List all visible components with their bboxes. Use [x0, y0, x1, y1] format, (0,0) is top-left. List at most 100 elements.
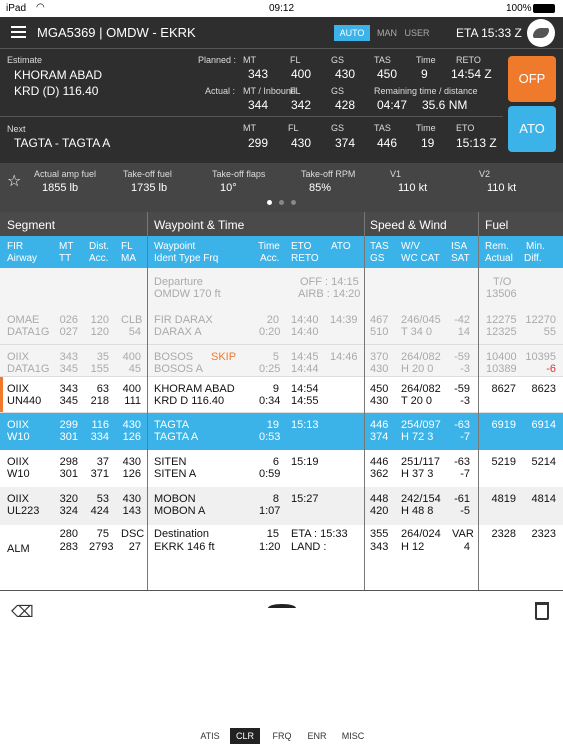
bottom-area: ⌫	[0, 590, 563, 750]
takeoff-label: Take-off RPM	[301, 169, 356, 179]
cell-e: TAGTA A	[154, 431, 199, 443]
col-ident: Ident Type Frq	[154, 253, 219, 264]
planned-gs: 430	[335, 67, 356, 81]
cell-j: 264/024	[401, 528, 441, 540]
cell-m: 5214	[531, 456, 556, 468]
departure-airb: AIRB : 14:20	[298, 288, 361, 300]
battery-icon	[533, 4, 555, 13]
cell-i: 343	[370, 541, 389, 553]
cell-k: -3	[460, 395, 470, 407]
cell-a: OIIX	[7, 456, 30, 468]
cell-f: 6	[272, 456, 279, 468]
cell-f: 1:20	[259, 541, 281, 553]
next-gs: 374	[335, 136, 356, 150]
tab-frq[interactable]: FRQ	[268, 728, 296, 744]
eraser-icon[interactable]: ⌫	[11, 602, 34, 622]
mode-man[interactable]: MAN	[373, 25, 401, 41]
cell-l: 12325	[486, 326, 517, 338]
cell-b: 343	[59, 351, 78, 363]
estimate-label: Estimate	[7, 55, 43, 65]
cell-a: UL223	[7, 505, 40, 517]
cell-k: -7	[460, 431, 470, 443]
cell-i: 430	[370, 395, 389, 407]
cell-k: VAR	[452, 528, 474, 540]
skip-label[interactable]: SKIP	[211, 351, 236, 363]
page-dot[interactable]	[291, 200, 296, 205]
page-dot-active[interactable]	[267, 200, 272, 205]
menu-icon[interactable]	[11, 26, 26, 38]
section-waypoint-time: Waypoint & Time	[154, 218, 245, 232]
cell-l: 6919	[491, 419, 516, 431]
cell-j: 246/045	[401, 314, 441, 326]
mode-auto[interactable]: AUTO	[334, 25, 370, 41]
next-mt-header: MT	[243, 123, 256, 133]
cell-f: 1:07	[259, 505, 281, 517]
cell-d: 126	[122, 468, 141, 480]
cell-a: ALM	[7, 543, 30, 555]
cell-j: 264/082	[401, 383, 441, 395]
tab-misc[interactable]: MISC	[338, 728, 368, 744]
chevron-up-icon[interactable]	[268, 604, 296, 612]
col-airway: Airway	[7, 253, 38, 264]
cell-e: MOBON A	[154, 505, 206, 517]
cell-b: 027	[59, 326, 78, 338]
cell-c: 155	[90, 363, 109, 375]
cell-a: DATA1G	[7, 363, 50, 375]
cell-d: 111	[124, 395, 141, 407]
cell-d: 143	[122, 505, 141, 517]
col-time-acc: Acc.	[260, 253, 280, 264]
cell-a: OMAE	[7, 314, 40, 326]
col-sat: SAT	[451, 253, 470, 264]
cell-k: -61	[454, 493, 470, 505]
cell-i: 370	[370, 351, 389, 363]
section-speed-wind: Speed & Wind	[370, 218, 447, 232]
cell-d: 126	[122, 431, 141, 443]
col-diff: Diff.	[524, 253, 542, 264]
cell-i: 448	[370, 493, 389, 505]
page-dot[interactable]	[279, 200, 284, 205]
cell-i: 355	[370, 528, 389, 540]
trash-icon[interactable]	[535, 602, 549, 620]
mode-user[interactable]: USER	[401, 25, 433, 41]
cell-j: 251/117	[401, 456, 440, 468]
cell-h: 14:46	[330, 351, 358, 363]
col-reto: RETO	[291, 253, 319, 264]
col-ma: MA	[121, 253, 136, 264]
planned-fl: 400	[291, 67, 312, 81]
cell-k: -59	[454, 351, 470, 363]
cell-c: 75	[96, 528, 109, 540]
divider	[0, 590, 563, 591]
tab-enr[interactable]: ENR	[304, 728, 330, 744]
cell-f: 15	[266, 528, 279, 540]
tab-clr[interactable]: CLR	[230, 728, 260, 744]
cell-m: 12270	[525, 314, 556, 326]
tab-atis[interactable]: ATIS	[196, 728, 224, 744]
ato-button[interactable]: ATO	[508, 106, 556, 152]
next-mt: 299	[248, 136, 269, 150]
star-icon[interactable]: ☆	[7, 171, 21, 191]
battery-percent: 100%	[506, 3, 532, 14]
cell-j: 242/154	[401, 493, 441, 505]
cell-f: 0:34	[259, 395, 281, 407]
col-rem: Rem.	[485, 241, 509, 252]
cell-i: 510	[370, 326, 389, 338]
bird-logo-icon[interactable]	[527, 19, 555, 47]
ofp-button[interactable]: OFP	[508, 56, 556, 102]
cell-l: 5219	[491, 456, 516, 468]
cell-l: 8627	[491, 383, 516, 395]
cell-i: 374	[370, 431, 389, 443]
divider	[0, 116, 503, 117]
cell-d: 430	[122, 419, 141, 431]
cell-d: 27	[128, 541, 141, 553]
cell-c: 63	[96, 383, 109, 395]
next-name: TAGTA - TAGTA A	[14, 136, 111, 150]
cell-i: 430	[370, 363, 389, 375]
takeoff-value: 85%	[309, 182, 332, 194]
cell-k: -59	[454, 383, 470, 395]
col-gs: GS	[370, 253, 385, 264]
cell-l: 10389	[486, 363, 517, 375]
cell-g: 14:44	[291, 363, 319, 375]
cell-j: T 34 0	[401, 326, 432, 338]
col-tas: TAS	[370, 241, 389, 252]
cell-a: OIIX	[7, 383, 30, 395]
